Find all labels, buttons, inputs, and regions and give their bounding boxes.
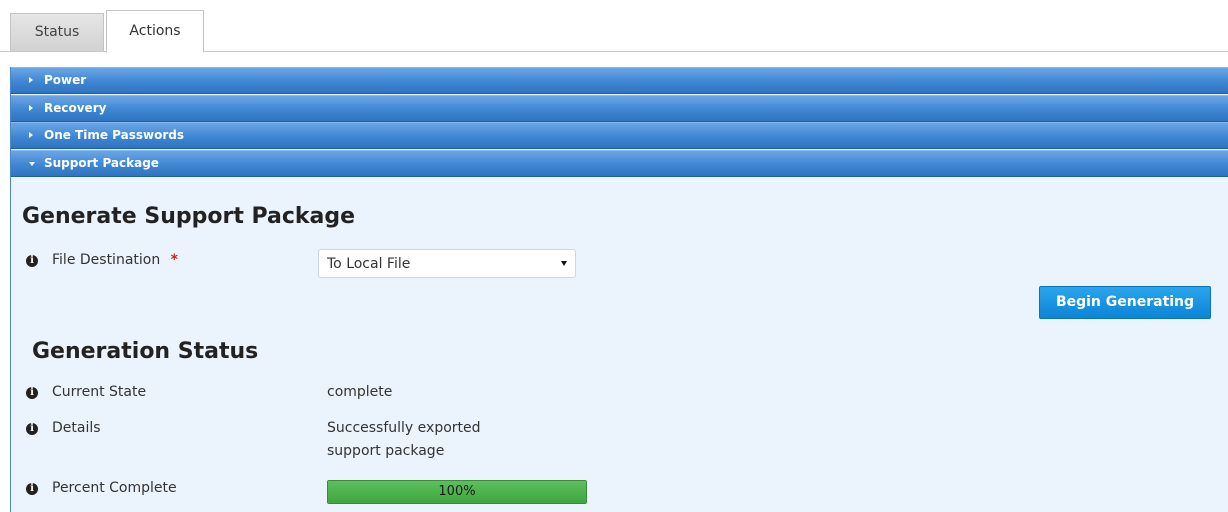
percent-complete-progress-bar: 100% (327, 480, 587, 504)
file-destination-select[interactable]: To Local File (318, 249, 576, 278)
accordion-recovery[interactable]: Recovery (11, 95, 1228, 122)
info-icon[interactable]: i (26, 483, 38, 495)
file-destination-label-text: File Destination (52, 252, 161, 268)
section-title-generate-support-package: Generate Support Package (22, 204, 356, 229)
file-destination-selected-value: To Local File (327, 256, 411, 272)
triangle-right-icon (29, 77, 33, 83)
accordion-power[interactable]: Power (11, 67, 1228, 94)
accordion-support-package[interactable]: Support Package (11, 150, 1228, 177)
details-label: Details (52, 420, 101, 436)
info-icon[interactable]: i (26, 387, 38, 399)
current-state-label: Current State (52, 384, 147, 400)
accordion-support-package-label: Support Package (44, 156, 159, 170)
details-value-line1: Successfully exported (327, 420, 481, 436)
triangle-right-icon (29, 132, 33, 138)
accordion-power-label: Power (44, 73, 87, 87)
section-title-generation-status: Generation Status (32, 339, 259, 364)
required-marker: * (170, 252, 178, 268)
accordion-recovery-label: Recovery (44, 101, 107, 115)
triangle-right-icon (29, 105, 33, 111)
accordion-one-time-passwords[interactable]: One Time Passwords (11, 122, 1228, 149)
info-icon[interactable]: i (26, 423, 38, 435)
tab-bar: Status Actions (0, 0, 1228, 53)
tab-actions[interactable]: Actions (106, 10, 204, 53)
caret-down-icon (561, 261, 567, 266)
current-state-value: complete (327, 384, 393, 400)
info-icon[interactable]: i (26, 255, 38, 267)
begin-generating-button[interactable]: Begin Generating (1039, 286, 1211, 319)
details-value-line2: support package (327, 443, 445, 459)
tab-status[interactable]: Status (10, 13, 104, 51)
progress-percent-text: 100% (438, 484, 476, 499)
accordion-one-time-passwords-label: One Time Passwords (44, 128, 185, 142)
triangle-down-icon (29, 162, 35, 166)
file-destination-label: File Destination * (52, 252, 178, 268)
percent-complete-label: Percent Complete (52, 480, 177, 496)
